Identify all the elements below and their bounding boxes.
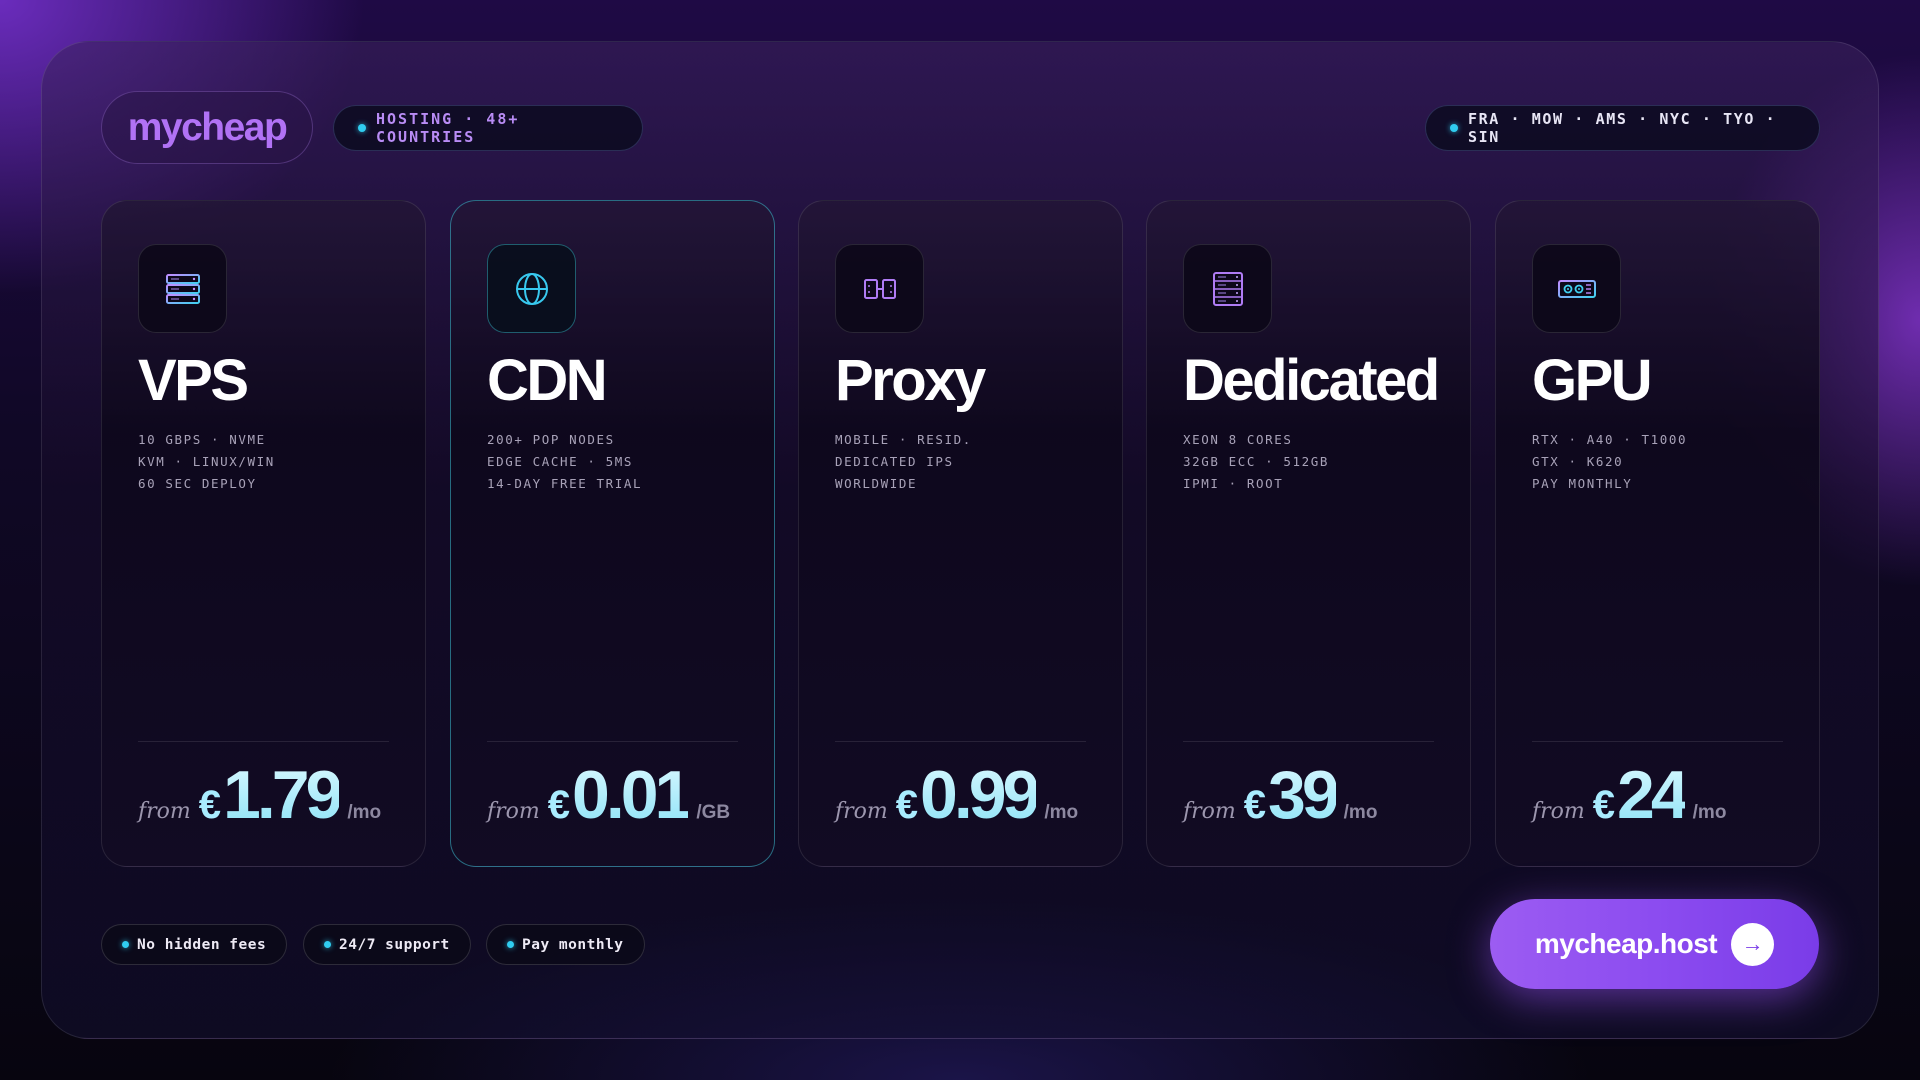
proxy-icon bbox=[835, 244, 924, 333]
price-value: 0.99 bbox=[920, 757, 1040, 833]
spec-line: 32GB ECC · 512GB bbox=[1183, 454, 1330, 469]
plan-card-cdn[interactable]: CDN 200+ POP NODES EDGE CACHE · 5MS 14-D… bbox=[450, 200, 775, 867]
feature-chip-pay-monthly: Pay monthly bbox=[486, 924, 645, 965]
locations-tag: FRA · MOW · AMS · NYC · TYO · SIN bbox=[1425, 105, 1820, 151]
card-divider bbox=[487, 741, 738, 742]
plan-title: CDN bbox=[487, 348, 608, 413]
spec-line: GTX · K620 bbox=[1532, 454, 1624, 469]
price-currency: € bbox=[547, 783, 571, 827]
price-currency: € bbox=[1592, 783, 1616, 827]
spec-line: DEDICATED IPS bbox=[835, 454, 954, 469]
server-rack-icon bbox=[1183, 244, 1272, 333]
price-currency: € bbox=[198, 783, 222, 827]
locations-tag-text: FRA · MOW · AMS · NYC · TYO · SIN bbox=[1468, 110, 1777, 146]
price-from-label: from bbox=[1183, 799, 1236, 824]
plan-card-vps[interactable]: VPS 10 GBPS · NVME KVM · LINUX/WIN 60 SE… bbox=[101, 200, 426, 867]
spec-line: XEON 8 CORES bbox=[1183, 432, 1293, 447]
spec-line: EDGE CACHE · 5MS bbox=[487, 454, 634, 469]
plan-price: from € 24 /mo bbox=[1532, 761, 1726, 829]
spec-line: IPMI · ROOT bbox=[1183, 476, 1284, 491]
price-from-label: from bbox=[1532, 799, 1585, 824]
brand-logo[interactable]: mycheap bbox=[101, 91, 313, 164]
status-dot-icon bbox=[1450, 124, 1458, 132]
feature-chip-label: 24/7 support bbox=[339, 936, 450, 953]
plan-title: Proxy bbox=[835, 348, 986, 413]
globe-icon bbox=[487, 244, 576, 333]
spec-line: WORLDWIDE bbox=[835, 476, 918, 491]
card-divider bbox=[1532, 741, 1783, 742]
plan-price: from € 39 /mo bbox=[1183, 761, 1377, 829]
feature-chip-label: Pay monthly bbox=[522, 936, 624, 953]
brand-logo-text: mycheap bbox=[127, 105, 288, 149]
price-unit: /mo bbox=[1044, 802, 1079, 823]
card-divider bbox=[1183, 741, 1434, 742]
plan-card-dedicated[interactable]: Dedicated XEON 8 CORES 32GB ECC · 512GB … bbox=[1146, 200, 1471, 867]
price-value: 39 bbox=[1268, 757, 1340, 833]
price-from-label: from bbox=[487, 799, 540, 824]
bullet-dot-icon bbox=[507, 941, 514, 948]
spec-line: 200+ POP NODES bbox=[487, 432, 615, 447]
price-from-label: from bbox=[138, 799, 191, 824]
arrow-right-icon: → bbox=[1731, 922, 1775, 966]
plan-specs: RTX · A40 · T1000 GTX · K620 PAY MONTHLY bbox=[1532, 429, 1687, 495]
cta-label: mycheap.host bbox=[1534, 928, 1718, 959]
plan-specs: XEON 8 CORES 32GB ECC · 512GB IPMI · ROO… bbox=[1183, 429, 1329, 495]
feature-chip-label: No hidden fees bbox=[137, 936, 267, 953]
price-unit: /mo bbox=[1692, 802, 1727, 823]
plan-card-gpu[interactable]: GPU RTX · A40 · T1000 GTX · K620 PAY MON… bbox=[1495, 200, 1820, 867]
spec-line: 10 GBPS · NVME bbox=[138, 432, 266, 447]
price-from-label: from bbox=[835, 799, 888, 824]
gpu-card-icon bbox=[1532, 244, 1621, 333]
plan-specs: MOBILE · RESID. DEDICATED IPS WORLDWIDE bbox=[835, 429, 972, 495]
spec-line: MOBILE · RESID. bbox=[835, 432, 972, 447]
hosting-tag: HOSTING · 48+ COUNTRIES bbox=[333, 105, 643, 151]
price-value: 24 bbox=[1617, 757, 1689, 833]
feature-chip-no-hidden-fees: No hidden fees bbox=[101, 924, 288, 965]
spec-line: RTX · A40 · T1000 bbox=[1532, 432, 1688, 447]
price-unit: /mo bbox=[1343, 802, 1378, 823]
bullet-dot-icon bbox=[122, 941, 129, 948]
price-currency: € bbox=[895, 783, 919, 827]
card-divider bbox=[835, 741, 1086, 742]
price-currency: € bbox=[1243, 783, 1267, 827]
server-stack-icon bbox=[138, 244, 227, 333]
plan-price: from € 0.01 /GB bbox=[487, 761, 730, 829]
plan-price: from € 1.79 /mo bbox=[138, 761, 381, 829]
plan-title: Dedicated bbox=[1183, 348, 1440, 413]
spec-line: PAY MONTHLY bbox=[1532, 476, 1633, 491]
plan-price: from € 0.99 /mo bbox=[835, 761, 1078, 829]
price-unit: /GB bbox=[696, 802, 731, 823]
plan-title: VPS bbox=[138, 348, 249, 413]
spec-line: 60 SEC DEPLOY bbox=[138, 476, 257, 491]
visit-site-button[interactable]: mycheap.host → bbox=[1490, 899, 1819, 989]
hosting-tag-text: HOSTING · 48+ COUNTRIES bbox=[376, 110, 520, 146]
feature-chip-support: 24/7 support bbox=[303, 924, 471, 965]
plan-specs: 10 GBPS · NVME KVM · LINUX/WIN 60 SEC DE… bbox=[138, 429, 275, 495]
spec-line: 14-DAY FREE TRIAL bbox=[487, 476, 643, 491]
spec-line: KVM · LINUX/WIN bbox=[138, 454, 275, 469]
plan-card-proxy[interactable]: Proxy MOBILE · RESID. DEDICATED IPS WORL… bbox=[798, 200, 1123, 867]
price-value: 1.79 bbox=[223, 757, 343, 833]
bullet-dot-icon bbox=[324, 941, 331, 948]
price-unit: /mo bbox=[347, 802, 382, 823]
price-value: 0.01 bbox=[572, 757, 692, 833]
status-dot-icon bbox=[358, 124, 366, 132]
plan-title: GPU bbox=[1532, 348, 1653, 413]
plan-specs: 200+ POP NODES EDGE CACHE · 5MS 14-DAY F… bbox=[487, 429, 642, 495]
card-divider bbox=[138, 741, 389, 742]
